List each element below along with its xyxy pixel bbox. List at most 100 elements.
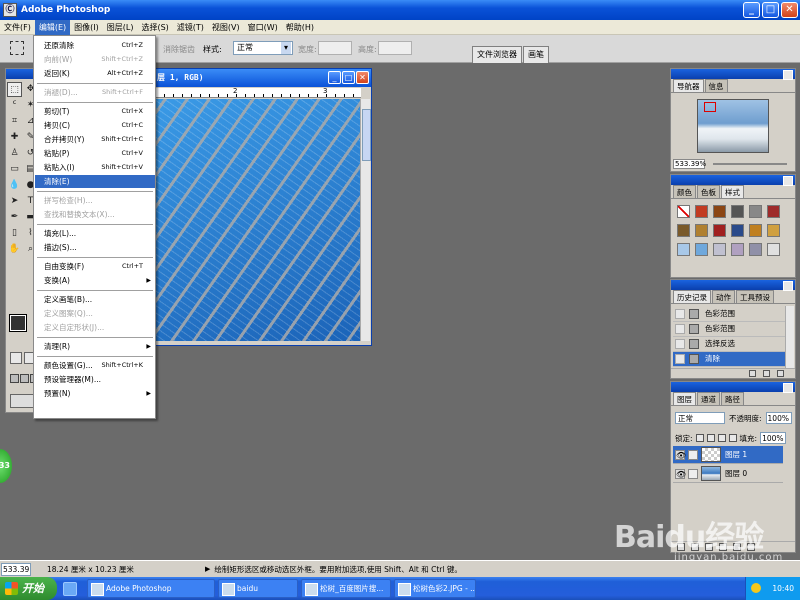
navigator-zoom-slider[interactable] bbox=[713, 163, 787, 165]
tab-info[interactable]: 信息 bbox=[704, 79, 728, 92]
edit-menu-item[interactable]: 粘贴(P) Ctrl+V bbox=[35, 147, 155, 160]
new-snapshot-icon[interactable] bbox=[763, 370, 770, 377]
edit-menu-item[interactable]: 预置(N) ▶ bbox=[35, 387, 155, 400]
style-swatch[interactable] bbox=[677, 224, 690, 237]
add-mask-icon[interactable] bbox=[691, 543, 699, 551]
height-input[interactable] bbox=[378, 41, 412, 55]
history-source-checkbox[interactable] bbox=[675, 339, 685, 349]
tab-layers[interactable]: 图层 bbox=[673, 392, 696, 405]
status-zoom-field[interactable]: 533.39 bbox=[1, 562, 31, 576]
doc-maximize-button[interactable]: □ bbox=[342, 71, 355, 84]
panel-header[interactable] bbox=[671, 175, 795, 186]
style-swatch[interactable] bbox=[677, 243, 690, 256]
eye-icon[interactable]: 👁 bbox=[675, 469, 686, 479]
layer-row-selected[interactable]: 👁 图层 1 bbox=[673, 446, 783, 464]
eraser-tool-icon[interactable]: ▭ bbox=[7, 162, 22, 177]
menu-window[interactable]: 窗口(W) bbox=[244, 20, 282, 35]
system-clock[interactable]: 10:40 bbox=[745, 577, 800, 600]
trash-icon[interactable] bbox=[747, 543, 755, 551]
foreground-color-swatch[interactable] bbox=[9, 314, 27, 332]
tab-brushes[interactable]: 画笔 bbox=[523, 46, 549, 63]
tab-styles[interactable]: 样式 bbox=[721, 185, 744, 198]
edit-menu-item[interactable]: 自由变换(F) Ctrl+T bbox=[35, 260, 155, 273]
marquee-tool-icon[interactable]: ⬚ bbox=[7, 82, 22, 97]
edit-menu-item[interactable]: 填充(L)... bbox=[35, 227, 155, 240]
doc-close-button[interactable]: ✕ bbox=[356, 71, 369, 84]
path-select-icon[interactable]: ➤ bbox=[7, 194, 22, 209]
ie-quicklaunch-icon[interactable] bbox=[63, 581, 77, 596]
new-layer-icon[interactable] bbox=[733, 543, 741, 551]
task-image-search[interactable]: 松树_百度图片搜... bbox=[301, 579, 391, 598]
edit-menu-item[interactable]: 剪切(T) Ctrl+X bbox=[35, 105, 155, 118]
tab-paths[interactable]: 路径 bbox=[721, 392, 744, 405]
edit-menu-item[interactable]: 合并拷贝(Y) Shift+Ctrl+C bbox=[35, 133, 155, 146]
stamp-tool-icon[interactable]: ♙ bbox=[7, 146, 22, 161]
blur-tool-icon[interactable]: 💧 bbox=[7, 178, 22, 193]
history-item[interactable]: 色彩范围 bbox=[673, 307, 785, 322]
fill-input[interactable]: 100% bbox=[760, 432, 787, 444]
photoshop-app-icon[interactable]: Ⓒ bbox=[3, 3, 17, 17]
image-canvas[interactable] bbox=[155, 99, 361, 341]
style-select[interactable]: 正常 bbox=[233, 41, 293, 55]
history-source-checkbox[interactable] bbox=[675, 354, 685, 364]
width-input[interactable] bbox=[318, 41, 352, 55]
panel-header[interactable] bbox=[671, 280, 795, 291]
layer-row[interactable]: 👁 图层 0 bbox=[673, 465, 783, 483]
hand-tool-icon[interactable]: ✋ bbox=[7, 242, 22, 257]
history-source-checkbox[interactable] bbox=[675, 309, 685, 319]
maximize-button[interactable]: □ bbox=[762, 2, 779, 18]
navigator-thumbnail[interactable] bbox=[697, 99, 769, 153]
style-swatch[interactable] bbox=[713, 243, 726, 256]
panel-header[interactable] bbox=[671, 69, 795, 80]
edit-menu-item[interactable]: 预设管理器(M)... bbox=[35, 373, 155, 386]
menu-view[interactable]: 视图(V) bbox=[208, 20, 244, 35]
edit-menu-item[interactable]: 描边(S)... bbox=[35, 241, 155, 254]
history-scrollbar[interactable] bbox=[785, 306, 794, 368]
edit-menu-item[interactable]: 清理(R) ▶ bbox=[35, 340, 155, 353]
style-swatch[interactable] bbox=[731, 243, 744, 256]
style-swatch[interactable] bbox=[749, 243, 762, 256]
style-swatch[interactable] bbox=[767, 224, 780, 237]
style-swatch[interactable] bbox=[695, 224, 708, 237]
style-swatch[interactable] bbox=[749, 205, 762, 218]
lock-position-icon[interactable] bbox=[717, 434, 726, 442]
new-document-icon[interactable] bbox=[749, 370, 756, 377]
panel-header[interactable] bbox=[671, 382, 795, 393]
edit-menu-item[interactable]: 颜色设置(G)... Shift+Ctrl+K bbox=[35, 359, 155, 372]
edit-menu-item[interactable]: 拷贝(C) Ctrl+C bbox=[35, 119, 155, 132]
healing-brush-icon[interactable]: ✚ bbox=[7, 130, 22, 145]
edit-menu-item[interactable]: 还原清除 Ctrl+Z bbox=[35, 39, 155, 52]
menu-edit[interactable]: 编辑(E) bbox=[34, 19, 71, 35]
lock-image-icon[interactable] bbox=[706, 434, 715, 442]
history-item-selected[interactable]: 清除 bbox=[673, 352, 785, 367]
style-swatch[interactable] bbox=[695, 243, 708, 256]
trash-icon[interactable] bbox=[777, 370, 784, 377]
menu-layer[interactable]: 图层(L) bbox=[103, 20, 138, 35]
history-item[interactable]: 选择反选 bbox=[673, 337, 785, 352]
lock-all-icon[interactable] bbox=[728, 434, 737, 442]
menu-filter[interactable]: 滤镜(T) bbox=[173, 20, 208, 35]
tab-color[interactable]: 颜色 bbox=[673, 185, 696, 198]
style-swatch[interactable] bbox=[749, 224, 762, 237]
style-swatch[interactable] bbox=[713, 224, 726, 237]
notes-tool-icon[interactable]: ▯ bbox=[7, 226, 22, 241]
minimize-button[interactable]: _ bbox=[743, 2, 760, 18]
edit-menu-item[interactable]: 返回(K) Alt+Ctrl+Z bbox=[35, 67, 155, 80]
task-baidu[interactable]: baidu bbox=[218, 579, 298, 598]
eye-icon[interactable]: 👁 bbox=[675, 450, 686, 460]
history-source-checkbox[interactable] bbox=[675, 324, 685, 334]
style-swatch[interactable] bbox=[713, 205, 726, 218]
edit-menu-item[interactable]: 清除(E) bbox=[35, 175, 155, 188]
lock-transparency-icon[interactable] bbox=[695, 434, 704, 442]
standard-mode-icon[interactable] bbox=[10, 352, 22, 364]
opacity-input[interactable]: 100% bbox=[765, 412, 792, 424]
menu-help[interactable]: 帮助(H) bbox=[282, 20, 318, 35]
edit-menu-item[interactable]: 粘贴入(I) Shift+Ctrl+V bbox=[35, 161, 155, 174]
style-swatch[interactable] bbox=[767, 243, 780, 256]
edit-menu-item[interactable]: 变换(A) ▶ bbox=[35, 274, 155, 287]
crop-tool-icon[interactable]: ⌗ bbox=[7, 114, 22, 129]
style-swatch[interactable] bbox=[767, 205, 780, 218]
brush-link-icon[interactable] bbox=[688, 450, 698, 460]
blend-mode-select[interactable]: 正常 bbox=[675, 412, 725, 424]
tab-channels[interactable]: 通道 bbox=[697, 392, 720, 405]
